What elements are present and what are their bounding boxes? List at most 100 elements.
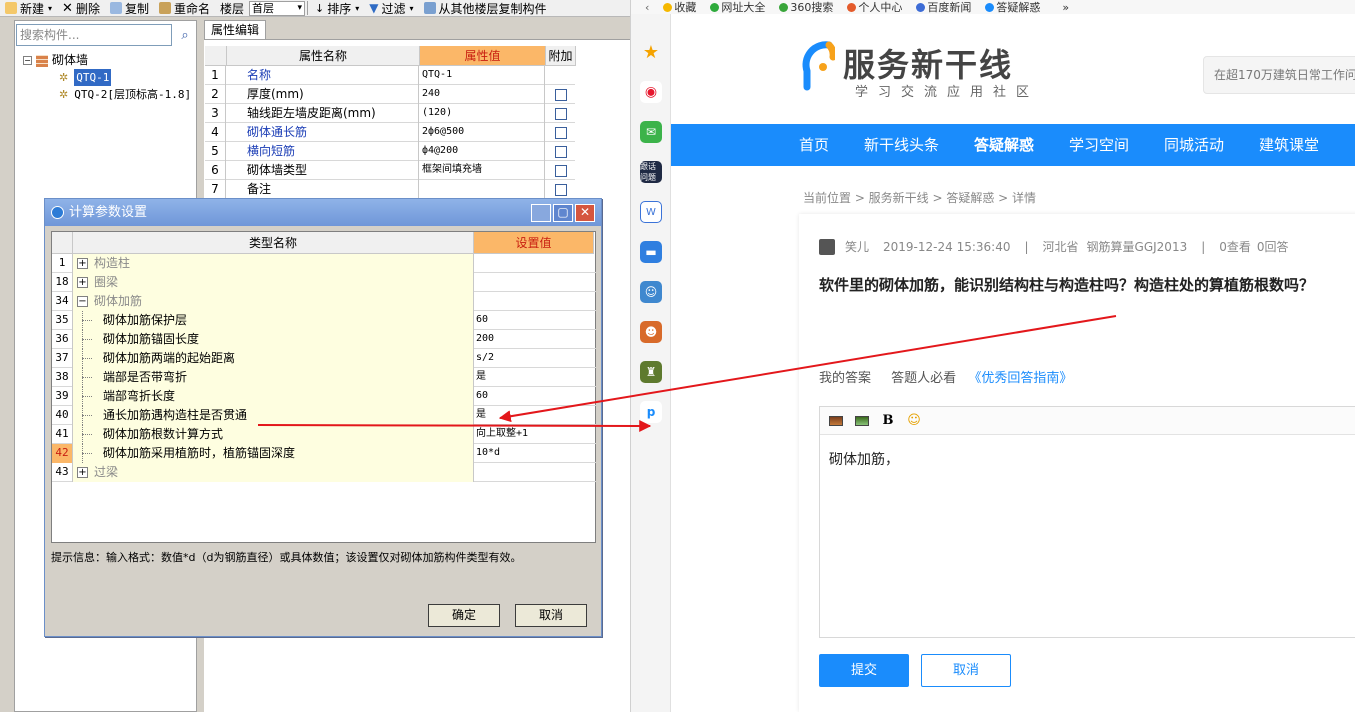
game-icon[interactable]: ♜ [640, 361, 662, 383]
table-row[interactable]: 4 砌体通长筋 2ф6@500 [205, 123, 575, 142]
collapse-icon[interactable]: − [23, 56, 32, 65]
nav-item-headlines[interactable]: 新干线头条 [864, 124, 939, 166]
bookmark-item[interactable]: 网址大全 [710, 0, 765, 14]
property-value[interactable]: 240 [420, 85, 545, 104]
nav-item-home[interactable]: 首页 [799, 124, 829, 166]
site-logo[interactable]: 服务新干线 学习交流应用社区 [799, 37, 1029, 100]
extra-checkbox[interactable] [546, 104, 575, 123]
param-value[interactable] [474, 254, 594, 273]
search-icon[interactable]: ⌕ [175, 24, 195, 46]
group-row[interactable]: 34− 砌体加筋 [52, 292, 596, 311]
extra-checkbox[interactable] [546, 123, 575, 142]
param-value[interactable] [474, 292, 594, 311]
tab-property-edit[interactable]: 属性编辑 [204, 20, 267, 39]
cancel-answer-button[interactable]: 取消 [921, 654, 1011, 687]
table-row[interactable]: 38 端部是否带弯折 是 [52, 368, 596, 387]
tree-root-node[interactable]: − 砌体墙 [23, 52, 88, 69]
chat-icon[interactable]: ▬ [640, 241, 662, 263]
param-value[interactable]: 10*d [474, 444, 594, 463]
avatar[interactable] [819, 238, 835, 255]
property-value[interactable]: 2ф6@500 [420, 123, 545, 142]
game-icon[interactable]: ☻ [640, 321, 662, 343]
extra-checkbox[interactable] [546, 142, 575, 161]
param-value[interactable] [474, 273, 594, 292]
group-row[interactable]: 1 + 构造柱 [52, 254, 596, 273]
expand-icon[interactable]: + [77, 467, 88, 478]
sort-button[interactable]: ↓ 排序 ▾ [310, 0, 364, 16]
property-value[interactable]: QTQ-1 [420, 66, 545, 85]
close-icon[interactable]: ✕ [575, 204, 595, 222]
table-row[interactable]: 1 名称 QTQ-1 [205, 66, 575, 85]
param-value[interactable]: s/2 [474, 349, 594, 368]
nav-item-qa[interactable]: 答疑解惑 [974, 124, 1034, 166]
table-row[interactable]: 41 砌体加筋根数计算方式 向上取整+1 [52, 425, 596, 444]
new-button[interactable]: 新建 ▾ [0, 0, 57, 16]
document-icon[interactable]: W [640, 201, 662, 223]
filter-button[interactable]: ▼ 过滤 ▾ [364, 0, 418, 16]
bookmark-item[interactable]: 百度新闻 [916, 0, 971, 14]
bookmark-item[interactable]: 个人中心 [847, 0, 902, 14]
floor-select[interactable]: 首层 [249, 0, 305, 16]
rename-button[interactable]: 重命名 [154, 0, 215, 16]
site-search-input[interactable]: 在超170万建筑日常工作问 [1203, 56, 1355, 94]
dialog-title-bar[interactable]: 计算参数设置 ▢ ✕ [45, 199, 601, 226]
minimize-icon[interactable] [531, 204, 551, 222]
extra-checkbox[interactable] [546, 180, 575, 199]
table-row[interactable]: 37 砌体加筋两端的起始距离 s/2 [52, 349, 596, 368]
bookmark-item[interactable]: 收藏 [663, 0, 696, 14]
editor-content[interactable]: 砌体加筋， [820, 435, 1355, 483]
param-value[interactable]: 200 [474, 330, 594, 349]
table-row[interactable]: 42 砌体加筋采用植筋时，植筋锚固深度 10*d [52, 444, 596, 463]
component-search-input[interactable]: 搜索构件... [16, 24, 172, 46]
mail-icon[interactable]: ✉ [640, 121, 662, 143]
param-value[interactable] [474, 463, 594, 482]
game-icon[interactable]: ☺ [640, 281, 662, 303]
tree-item-qtq-2[interactable]: ✲ QTQ-2[层顶标高-1.8] [59, 86, 191, 103]
ok-button[interactable]: 确定 [428, 604, 500, 627]
answer-guide-link[interactable]: 《优秀回答指南》 [968, 371, 1072, 386]
emoji-icon[interactable]: ☺ [906, 413, 922, 428]
extra-checkbox[interactable] [546, 161, 575, 180]
param-value[interactable]: 向上取整+1 [474, 425, 594, 444]
weibo-icon[interactable]: ◉ [640, 81, 662, 103]
group-row[interactable]: 43 + 过梁 [52, 463, 596, 482]
copy-button[interactable]: 复制 [105, 0, 154, 16]
bold-icon[interactable]: B [880, 413, 896, 428]
copy-from-floor-button[interactable]: 从其他楼层复制构件 [419, 0, 552, 16]
property-value[interactable]: (120) [420, 104, 545, 123]
param-value[interactable]: 60 [474, 311, 594, 330]
nav-item-classroom[interactable]: 建筑课堂 [1259, 124, 1319, 166]
table-row[interactable]: 40 通长加筋遇构造柱是否贯通 是 [52, 406, 596, 425]
submit-button[interactable]: 提交 [819, 654, 909, 687]
delete-button[interactable]: ✕ 删除 [57, 0, 105, 16]
author-name[interactable]: 笑儿 [845, 238, 869, 255]
bookmark-item[interactable]: 答疑解惑 [985, 0, 1040, 14]
extra-checkbox[interactable] [546, 85, 575, 104]
question-app-icon[interactable]: 跟话问题 [640, 161, 662, 183]
property-value[interactable] [420, 180, 545, 199]
tree-item-qtq-1[interactable]: ✲ QTQ-1 [59, 69, 112, 86]
image-icon[interactable] [828, 414, 844, 428]
nav-item-learning[interactable]: 学习空间 [1069, 124, 1129, 166]
maximize-icon[interactable]: ▢ [553, 204, 573, 222]
pi-app-icon[interactable]: p [640, 401, 662, 423]
table-row[interactable]: 3 轴线距左墙皮距离(mm) (120) [205, 104, 575, 123]
table-row[interactable]: 2 厚度(mm) 240 [205, 85, 575, 104]
favorites-star-icon[interactable]: ★ [640, 41, 662, 63]
table-row[interactable]: 36 砌体加筋锚固长度 200 [52, 330, 596, 349]
table-row[interactable]: 6 砌体墙类型 框架间填充墙 [205, 161, 575, 180]
cancel-button[interactable]: 取消 [515, 604, 587, 627]
param-value[interactable]: 是 [474, 406, 594, 425]
expand-icon[interactable]: + [77, 258, 88, 269]
property-value[interactable]: 框架间填充墙 [420, 161, 545, 180]
param-value[interactable]: 是 [474, 368, 594, 387]
table-row[interactable]: 7 备注 [205, 180, 575, 199]
table-row[interactable]: 35 砌体加筋保护层 60 [52, 311, 596, 330]
param-value[interactable]: 60 [474, 387, 594, 406]
bookmark-item[interactable]: 360搜索 [779, 0, 833, 14]
expand-icon[interactable]: + [77, 277, 88, 288]
gallery-icon[interactable] [854, 414, 870, 428]
group-row[interactable]: 18 + 圈梁 [52, 273, 596, 292]
property-value[interactable]: ф4@200 [420, 142, 545, 161]
more-bookmarks-icon[interactable]: » [1062, 1, 1069, 14]
